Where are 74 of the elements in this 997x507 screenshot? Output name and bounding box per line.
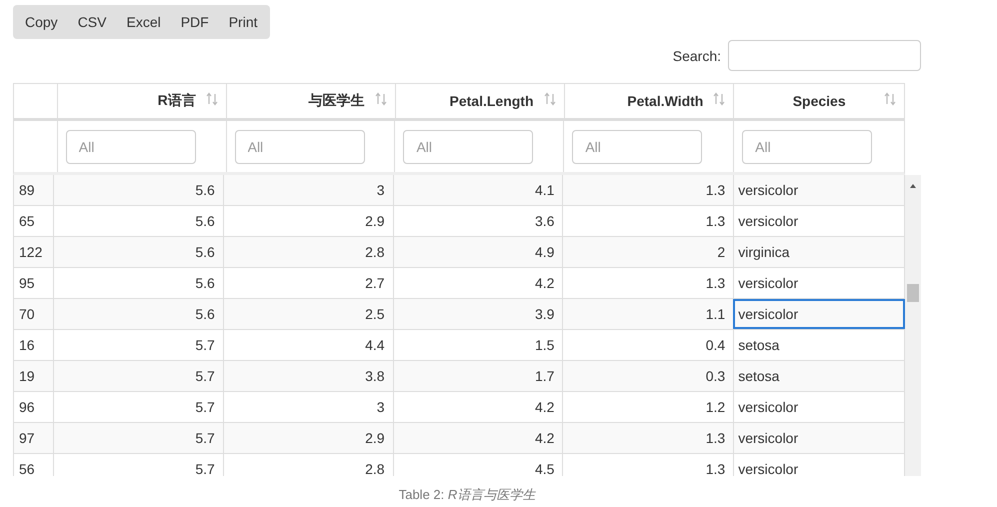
column-header[interactable]: R语言 xyxy=(158,92,196,110)
table-cell: 5.7 xyxy=(52,361,223,391)
filter-field[interactable]: All xyxy=(403,130,534,164)
table-cell: 4.2 xyxy=(392,268,562,298)
table-cell: 4.2 xyxy=(392,392,562,422)
table-cell: 3.8 xyxy=(222,361,393,391)
row-number: 96 xyxy=(18,398,36,417)
table-cell: 2.9 xyxy=(222,423,393,453)
table-cell: 1.3 xyxy=(562,206,734,236)
row-number: 70 xyxy=(18,305,36,324)
row-number: 65 xyxy=(18,212,36,231)
table-cell: versicolor xyxy=(733,299,906,329)
table-cell: 2.8 xyxy=(222,454,393,476)
table-cell: 1.5 xyxy=(392,330,562,360)
row-number: 19 xyxy=(18,367,36,386)
table-cell: 0.4 xyxy=(562,330,734,360)
column-header[interactable]: Species xyxy=(792,93,846,109)
table-cell: 5.6 xyxy=(52,299,223,329)
table-caption: Table 2: R语言与医学生 xyxy=(398,486,537,504)
table-cell: 5.6 xyxy=(52,268,223,298)
export-button[interactable]: Copy xyxy=(15,5,68,39)
export-button[interactable]: Excel xyxy=(116,5,171,39)
filter-field[interactable]: All xyxy=(572,130,702,164)
search-field[interactable] xyxy=(728,40,921,71)
table-cell: 5.7 xyxy=(52,330,223,360)
table-cell: 2.9 xyxy=(222,206,393,236)
table-cell: 5.7 xyxy=(52,392,223,422)
table-cell: 4.9 xyxy=(392,237,562,267)
table-cell: 5.7 xyxy=(52,454,223,476)
sort-icon[interactable] xyxy=(206,92,218,106)
row-number: 89 xyxy=(18,181,36,200)
table-cell: 5.6 xyxy=(52,206,223,236)
table-cell: 1.3 xyxy=(562,454,734,476)
table-cell: 1.3 xyxy=(562,268,734,298)
table-cell: 2 xyxy=(562,237,734,267)
column-header[interactable]: Petal.Width xyxy=(627,93,704,109)
table-cell: 3 xyxy=(222,175,393,205)
table-cell: 4.1 xyxy=(392,175,562,205)
table-cell: 1.3 xyxy=(562,175,734,205)
table-cell: 4.2 xyxy=(392,423,562,453)
table-cell: 5.6 xyxy=(52,175,223,205)
filter-field[interactable]: All xyxy=(234,130,365,164)
table-cell: 3.6 xyxy=(392,206,562,236)
column-header[interactable]: 与医学生 xyxy=(308,92,365,110)
table-cell: 4.4 xyxy=(222,330,393,360)
sort-icon[interactable] xyxy=(884,92,896,106)
filter-field[interactable]: All xyxy=(66,130,196,164)
export-button[interactable]: Print xyxy=(218,5,268,39)
table-cell: 1.1 xyxy=(562,299,734,329)
row-number: 95 xyxy=(18,274,36,293)
export-button[interactable]: PDF xyxy=(170,5,219,39)
table-cell: 1.7 xyxy=(392,361,562,391)
row-number: 97 xyxy=(18,429,36,448)
row-number: 56 xyxy=(18,460,36,476)
search-label: Search: xyxy=(672,48,721,64)
table-cell: 3.9 xyxy=(392,299,562,329)
table-cell: 5.7 xyxy=(52,423,223,453)
filter-field[interactable]: All xyxy=(742,130,872,164)
sort-icon[interactable] xyxy=(374,92,387,106)
sort-icon[interactable] xyxy=(544,92,556,106)
export-button[interactable]: CSV xyxy=(68,5,116,39)
table-cell: 1.2 xyxy=(562,392,734,422)
row-number: 122 xyxy=(18,243,44,262)
row-number: 16 xyxy=(18,336,36,355)
table-cell: 0.3 xyxy=(562,361,734,391)
sort-icon[interactable] xyxy=(713,92,726,106)
table-cell: 5.6 xyxy=(52,237,223,267)
table-cell: 1.3 xyxy=(562,423,734,453)
table-cell: 2.7 xyxy=(222,268,393,298)
table-cell: 4.5 xyxy=(392,454,562,476)
table-cell: 3 xyxy=(222,392,393,422)
column-header[interactable]: Petal.Length xyxy=(450,93,534,109)
table-cell: 2.5 xyxy=(222,299,393,329)
table-cell: 2.8 xyxy=(222,237,393,267)
